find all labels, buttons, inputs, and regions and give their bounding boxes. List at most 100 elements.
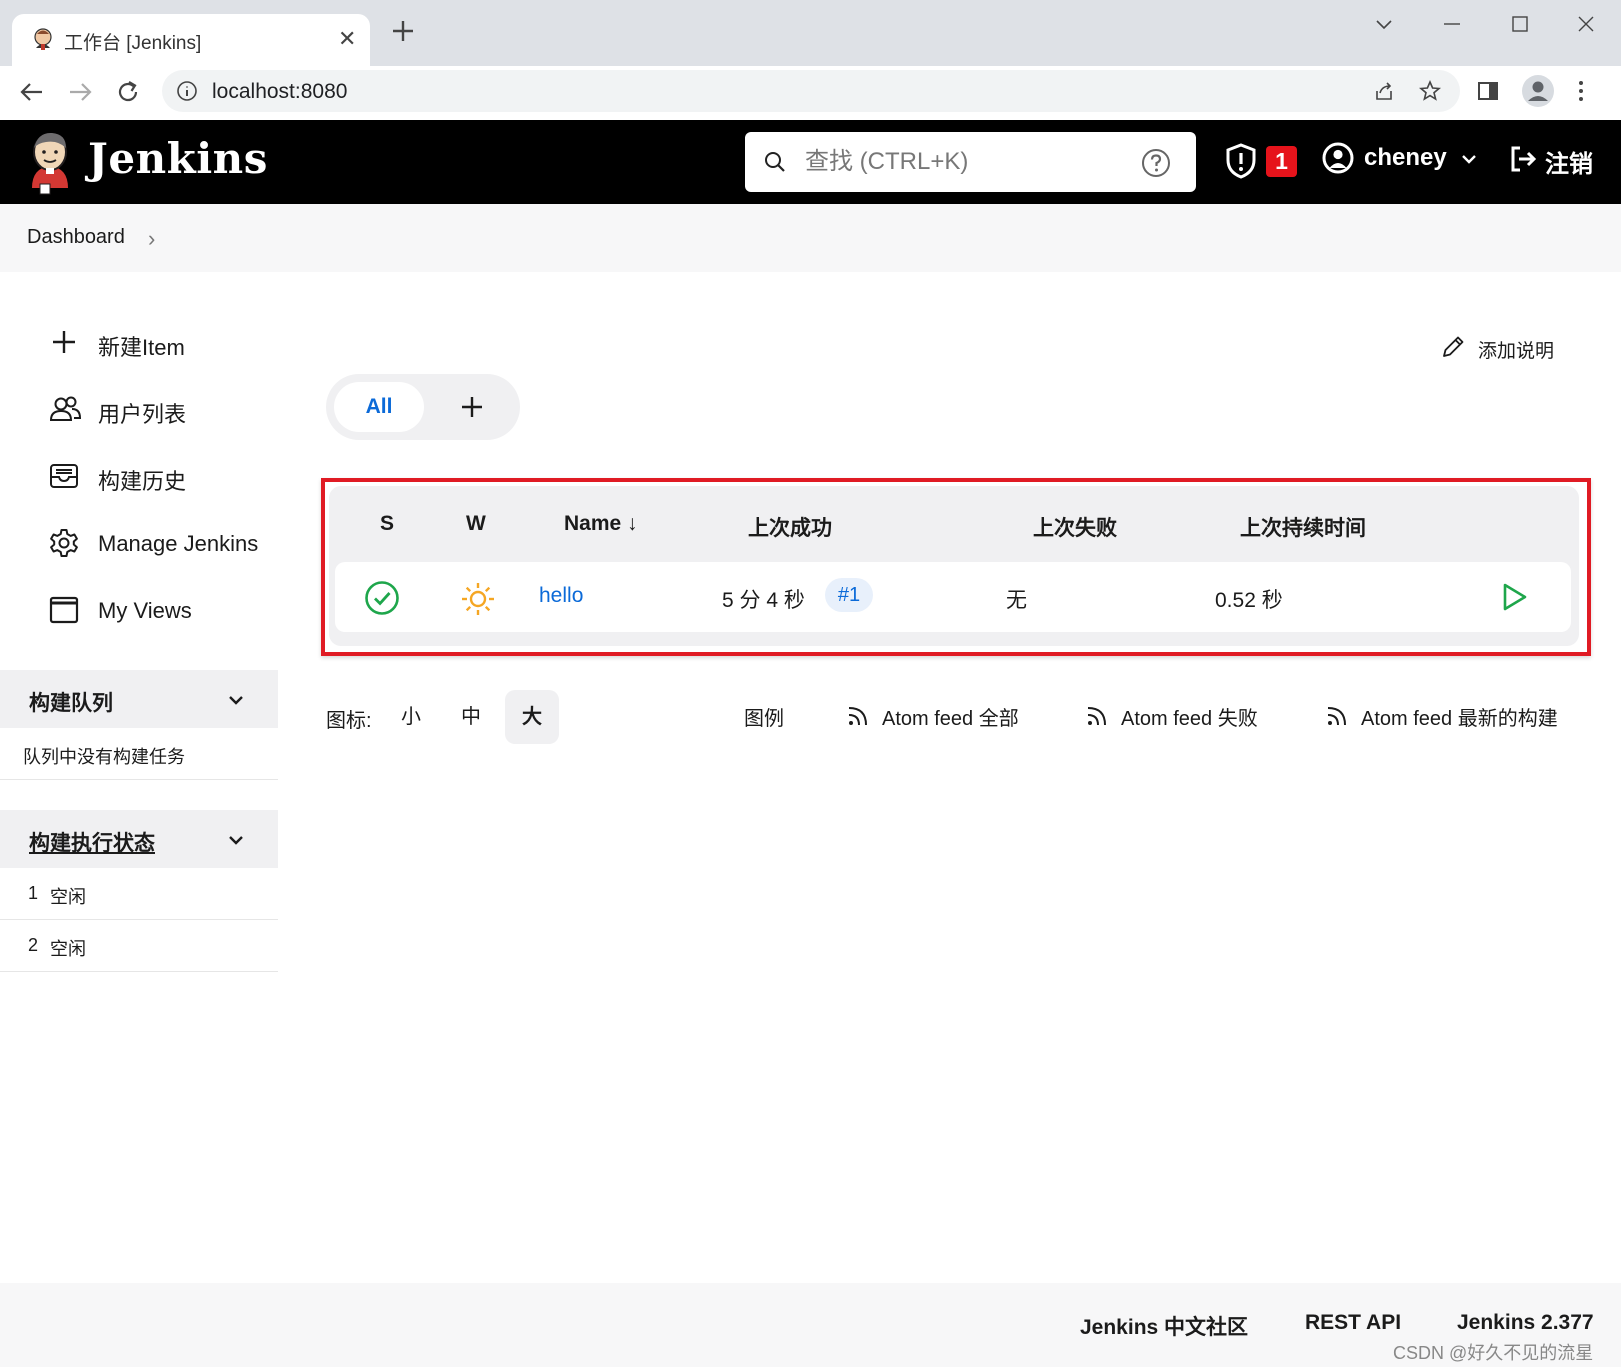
executor-status: 空闲 (50, 887, 86, 907)
atom-feed-latest-label: Atom feed 最新的构建 (1361, 708, 1558, 730)
success-status-icon[interactable] (364, 580, 400, 616)
sidebar-item-build-history[interactable]: 构建历史 (48, 456, 278, 496)
sidebar-item-users[interactable]: 用户列表 (48, 389, 278, 429)
sidebar-item-label: My Views (98, 598, 192, 623)
executor-status: 空闲 (50, 939, 86, 959)
profile-avatar-icon[interactable] (1521, 74, 1555, 108)
view-tabs: All (326, 374, 520, 440)
add-view-button[interactable] (456, 391, 488, 423)
atom-feed-failed-label: Atom feed 失败 (1121, 708, 1258, 730)
footer-version-link[interactable]: Jenkins 2.377 (1457, 1311, 1594, 1335)
username-link[interactable]: cheney (1364, 144, 1447, 172)
last-duration-value: 0.52 秒 (1215, 589, 1283, 612)
chevron-down-icon[interactable] (1460, 150, 1478, 168)
browser-tab-bar: 工作台 [Jenkins] ✕ (0, 0, 1621, 66)
tab-all[interactable]: All (334, 382, 424, 432)
icon-size-small[interactable]: 小 (384, 690, 438, 744)
watermark: CSDN @好久不见的流星 (1393, 1343, 1594, 1363)
table-row: hello 5 分 4 秒 #1 无 0.52 秒 (335, 562, 1571, 632)
breadcrumb-dashboard[interactable]: Dashboard (27, 226, 125, 249)
build-number-link[interactable]: #1 (825, 578, 873, 612)
sunny-weather-icon[interactable] (461, 582, 495, 616)
share-icon[interactable] (1372, 79, 1396, 103)
user-icon[interactable] (1322, 142, 1354, 174)
column-header-last-failure[interactable]: 上次失败 (1033, 512, 1117, 542)
side-panel-icon[interactable] (1476, 79, 1500, 103)
pencil-icon (1440, 334, 1466, 360)
logout-link[interactable]: 注销 (1545, 144, 1593, 179)
reload-icon[interactable] (114, 78, 142, 106)
executor-status-header[interactable]: 构建执行状态 (0, 810, 278, 868)
maximize-icon[interactable] (1508, 12, 1532, 36)
forward-icon[interactable] (66, 78, 94, 106)
executor-row: 1 空闲 (0, 868, 278, 920)
executor-number: 1 (28, 883, 39, 903)
users-icon (48, 393, 82, 425)
sidebar-item-label: 构建历史 (98, 469, 187, 494)
column-header-last-duration[interactable]: 上次持续时间 (1240, 512, 1366, 542)
search-box[interactable] (745, 132, 1196, 192)
history-icon (48, 460, 80, 492)
minimize-icon[interactable] (1440, 12, 1464, 36)
footer-rest-api-link[interactable]: REST API (1305, 1311, 1401, 1335)
breadcrumb: Dashboard › (0, 204, 1621, 272)
rss-icon (846, 704, 870, 728)
last-failure-value: 无 (1006, 589, 1027, 612)
breadcrumb-chevron-icon[interactable]: › (148, 226, 155, 252)
tab-close-icon[interactable]: ✕ (338, 26, 356, 52)
add-description-button[interactable]: 添加说明 (1440, 330, 1580, 366)
build-queue-title: 构建队列 (29, 692, 113, 715)
sidebar-item-label: 用户列表 (98, 402, 187, 427)
add-description-label: 添加说明 (1478, 341, 1555, 362)
plus-icon (48, 326, 80, 358)
jobs-table: S W Name ↓ 上次成功 上次失败 上次持续时间 hello 5 分 4 … (329, 486, 1579, 646)
legend-link[interactable]: 图例 (744, 702, 784, 731)
sidebar-item-manage-jenkins[interactable]: Manage Jenkins (48, 523, 278, 563)
play-build-icon[interactable] (1499, 582, 1529, 612)
browser-tab[interactable]: 工作台 [Jenkins] ✕ (12, 14, 370, 66)
rss-icon (1085, 704, 1109, 728)
icon-size-medium[interactable]: 中 (444, 690, 498, 744)
column-header-name[interactable]: Name ↓ (564, 512, 638, 536)
logout-icon[interactable] (1508, 144, 1538, 174)
address-bar: localhost:8080 (0, 66, 1621, 120)
close-window-icon[interactable] (1574, 12, 1598, 36)
tab-search-icon[interactable] (1372, 12, 1396, 36)
chevron-down-icon[interactable] (226, 690, 246, 710)
executor-status-title[interactable]: 构建执行状态 (29, 827, 155, 857)
search-input[interactable] (805, 146, 1135, 178)
executor-number: 2 (28, 935, 39, 955)
help-icon[interactable] (1141, 148, 1171, 178)
build-queue-header[interactable]: 构建队列 (0, 670, 278, 728)
tab-title: 工作台 [Jenkins] (64, 33, 202, 54)
job-name-link[interactable]: hello (539, 584, 583, 607)
column-header-last-success[interactable]: 上次成功 (748, 512, 832, 542)
rss-icon (1325, 704, 1349, 728)
icon-size-label: 图标: (326, 710, 372, 732)
jenkins-logo-text[interactable]: Jenkins (88, 134, 268, 183)
gear-icon (48, 527, 80, 559)
shield-icon[interactable] (1224, 142, 1258, 180)
sidebar-item-label: 新建Item (98, 335, 185, 360)
jenkins-logo-icon[interactable] (26, 128, 74, 196)
footer-community-link[interactable]: Jenkins 中文社区 (1080, 1311, 1248, 1341)
executor-row: 2 空闲 (0, 920, 278, 972)
site-info-icon[interactable] (176, 80, 198, 102)
url-omnibox[interactable]: localhost:8080 (162, 70, 1460, 112)
icon-size-large[interactable]: 大 (505, 690, 559, 744)
browser-menu-icon[interactable] (1576, 79, 1586, 103)
chevron-down-icon[interactable] (226, 830, 246, 850)
column-header-status[interactable]: S (380, 512, 394, 536)
bookmark-star-icon[interactable] (1418, 79, 1442, 103)
sidebar-item-my-views[interactable]: My Views (48, 590, 278, 630)
sidebar-item-label: Manage Jenkins (98, 531, 259, 556)
sidebar-item-new-item[interactable]: 新建Item (48, 322, 278, 362)
jenkins-header: Jenkins 1 cheney 注销 (0, 120, 1621, 204)
column-header-weather[interactable]: W (466, 512, 486, 536)
legend-label: 图例 (744, 708, 784, 730)
back-icon[interactable] (18, 78, 46, 106)
window-icon (48, 594, 80, 626)
url-text[interactable]: localhost:8080 (212, 80, 347, 104)
new-tab-button[interactable] (390, 18, 416, 44)
security-count-badge[interactable]: 1 (1266, 146, 1297, 177)
